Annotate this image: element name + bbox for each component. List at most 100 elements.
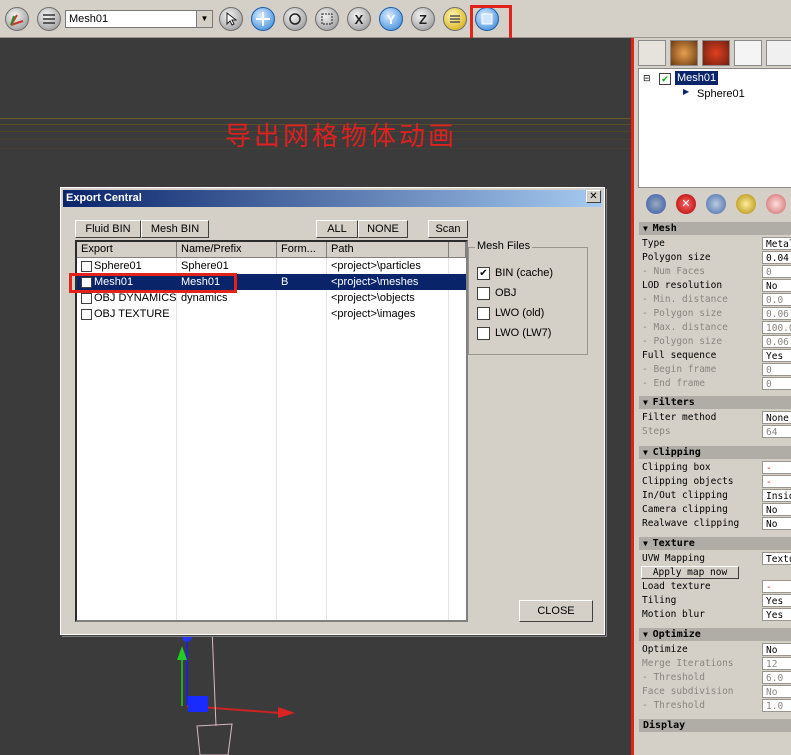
tree-checkbox[interactable]: ✔	[659, 73, 671, 85]
object-select[interactable]: Mesh01 ▼	[65, 10, 213, 28]
axis-tool-icon[interactable]	[5, 7, 29, 31]
property-value[interactable]: 0.06	[762, 335, 791, 348]
y-axis-button[interactable]: Y	[379, 7, 403, 31]
property-value[interactable]: None	[762, 411, 791, 424]
table-row[interactable]: Sphere01 Sphere01 <project>\particles	[77, 258, 466, 274]
mesh-file-option[interactable]: OBJ	[477, 287, 516, 300]
section-header-mesh[interactable]: ▼ Mesh	[639, 222, 791, 235]
property-value[interactable]: Metal	[762, 237, 791, 250]
section-header-optimize[interactable]: ▼ Optimize	[639, 628, 791, 641]
property-value[interactable]: 100.0	[762, 321, 791, 334]
eye-icon[interactable]	[736, 194, 756, 214]
property-row[interactable]: - Begin frame 0	[642, 363, 791, 377]
property-row[interactable]: - Num Faces 0	[642, 265, 791, 279]
property-value[interactable]: 12	[762, 657, 791, 670]
row-checkbox[interactable]	[81, 293, 92, 304]
property-value[interactable]: 0.0	[762, 293, 791, 306]
property-row[interactable]: Steps 64	[642, 425, 791, 439]
property-value[interactable]: -	[762, 475, 791, 488]
property-row[interactable]: Filter method None	[642, 411, 791, 425]
x-axis-button[interactable]: X	[347, 7, 371, 31]
z-axis-button[interactable]: Z	[411, 7, 435, 31]
daemon-tab-icon[interactable]	[702, 40, 730, 66]
list-icon[interactable]	[37, 7, 61, 31]
particles-tab-icon[interactable]	[638, 40, 666, 66]
property-value[interactable]: No	[762, 279, 791, 292]
tree-collapse-icon[interactable]: ⊟	[643, 73, 651, 84]
apply-map-button[interactable]: Apply map now	[641, 566, 739, 579]
property-row[interactable]: Tiling Yes	[642, 594, 791, 608]
section-header-display[interactable]: Display	[639, 719, 791, 732]
mesh-file-option[interactable]: ✔ BIN (cache)	[477, 267, 553, 280]
property-value[interactable]: 6.0	[762, 671, 791, 684]
scan-button[interactable]: Scan	[428, 220, 468, 238]
property-value[interactable]: Yes	[762, 349, 791, 362]
column-header-name[interactable]: Name/Prefix	[177, 242, 277, 258]
property-row[interactable]: Clipping objects -	[642, 475, 791, 489]
property-value[interactable]: Inside	[762, 489, 791, 502]
column-header-format[interactable]: Form...	[277, 242, 327, 258]
column-header-path[interactable]: Path	[327, 242, 449, 258]
close-button[interactable]: CLOSE	[519, 600, 593, 622]
property-value[interactable]: 1.0	[762, 699, 791, 712]
mesh-bin-button[interactable]: Mesh BIN	[141, 220, 209, 238]
gear-icon[interactable]	[706, 194, 726, 214]
property-row[interactable]: Realwave clipping No	[642, 517, 791, 531]
mesh-file-option[interactable]: LWO (LW7)	[477, 327, 551, 340]
property-row[interactable]: - Min. distance 0.0	[642, 293, 791, 307]
property-row[interactable]: - Polygon size 0.06	[642, 307, 791, 321]
settings-icon[interactable]	[766, 194, 786, 214]
property-value[interactable]: No	[762, 503, 791, 516]
sphere-tab-icon[interactable]	[670, 40, 698, 66]
tree-item-mesh01[interactable]: Mesh01	[675, 71, 719, 85]
property-row[interactable]: Optimize No	[642, 643, 791, 657]
layers-icon[interactable]	[443, 7, 467, 31]
property-row[interactable]: - Threshold 6.0	[642, 671, 791, 685]
property-row[interactable]: - End frame 0	[642, 377, 791, 391]
mesh-file-checkbox[interactable]	[477, 327, 490, 340]
tree-item-sphere01[interactable]: Sphere01	[697, 87, 745, 101]
section-header-texture[interactable]: ▼ Texture	[639, 537, 791, 550]
property-value[interactable]: No	[762, 643, 791, 656]
property-value[interactable]: Yes	[762, 608, 791, 621]
node-tree[interactable]: ⊟ ✔ Mesh01 ▶ Sphere01	[638, 68, 791, 188]
property-row[interactable]: Full sequence Yes	[642, 349, 791, 363]
property-value[interactable]: No	[762, 685, 791, 698]
property-value[interactable]: Texture	[762, 552, 791, 565]
property-value[interactable]: 0	[762, 363, 791, 376]
column-header-export[interactable]: Export	[77, 242, 177, 258]
property-row[interactable]: - Polygon size 0.06	[642, 335, 791, 349]
export-list[interactable]: Export Name/Prefix Form... Path Sphere01…	[75, 240, 468, 622]
property-value[interactable]: Yes	[762, 594, 791, 607]
property-row[interactable]: Polygon size 0.04	[642, 251, 791, 265]
property-value[interactable]: 0	[762, 377, 791, 390]
property-row[interactable]: Face subdivision No	[642, 685, 791, 699]
rotate-tool-icon[interactable]	[283, 7, 307, 31]
select-cursor-icon[interactable]	[219, 7, 243, 31]
property-value[interactable]: 64	[762, 425, 791, 438]
render-tab-icon[interactable]	[766, 40, 791, 66]
property-row[interactable]: Clipping box -	[642, 461, 791, 475]
mesh-tab-icon[interactable]	[734, 40, 762, 66]
property-row[interactable]: Merge Iterations 12	[642, 657, 791, 671]
property-row[interactable]: - Max. distance 100.0	[642, 321, 791, 335]
property-row[interactable]: LOD resolution No	[642, 279, 791, 293]
property-row[interactable]: Motion blur Yes	[642, 608, 791, 622]
dialog-close-button[interactable]: ✕	[586, 190, 601, 203]
transform-gizmo-icon[interactable]	[150, 628, 320, 755]
property-row[interactable]: In/Out clipping Inside	[642, 489, 791, 503]
property-row[interactable]: Camera clipping No	[642, 503, 791, 517]
property-value[interactable]: 0.04	[762, 251, 791, 264]
property-row[interactable]: - Threshold 1.0	[642, 699, 791, 713]
property-value[interactable]: -	[762, 461, 791, 474]
property-value[interactable]: 0.06	[762, 307, 791, 320]
property-value[interactable]: -	[762, 580, 791, 593]
table-row[interactable]: OBJ TEXTURE <project>\images	[77, 306, 466, 322]
property-row[interactable]: Load texture -	[642, 580, 791, 594]
none-button[interactable]: NONE	[358, 220, 408, 238]
link-icon[interactable]	[646, 194, 666, 214]
mesh-file-option[interactable]: LWO (old)	[477, 307, 544, 320]
property-value[interactable]: No	[762, 517, 791, 530]
all-button[interactable]: ALL	[316, 220, 358, 238]
move-tool-icon[interactable]	[251, 7, 275, 31]
